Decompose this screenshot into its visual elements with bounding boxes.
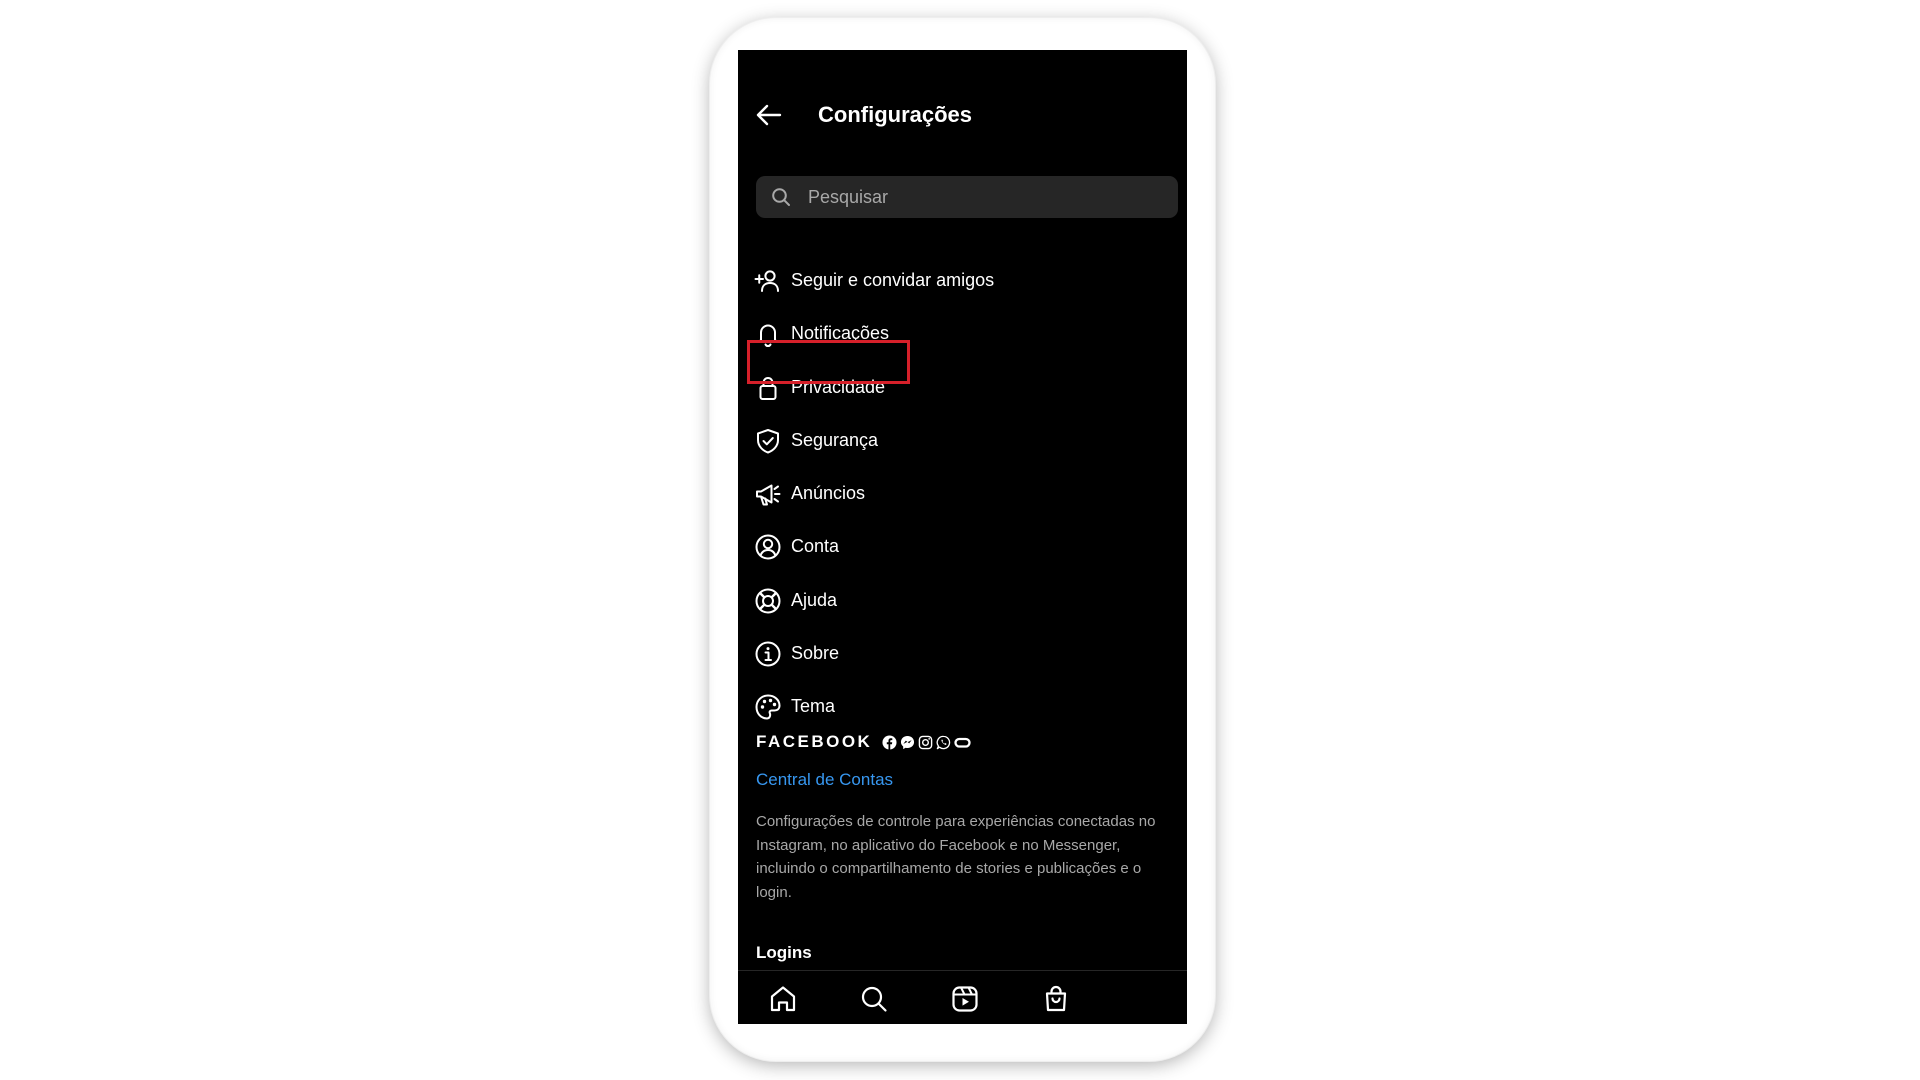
settings-menu: Seguir e convidar amigos Notificações Pr… [738, 255, 1187, 735]
whatsapp-icon [936, 735, 951, 749]
facebook-icon [882, 734, 897, 750]
menu-item-about[interactable]: Sobre [738, 628, 1187, 681]
megaphone-icon [756, 484, 781, 506]
menu-item-label: Ajuda [791, 589, 838, 610]
search-bar[interactable] [756, 176, 1178, 218]
nav-search-button[interactable] [859, 984, 889, 1014]
reels-icon [952, 986, 978, 1012]
search-input[interactable] [808, 176, 1168, 218]
accounts-center-description: Configurações de controle para experiênc… [756, 813, 1156, 901]
menu-item-ads[interactable]: Anúncios [738, 468, 1187, 521]
bottom-nav [738, 970, 1187, 1024]
menu-item-label: Sobre [791, 643, 840, 664]
nav-home-button[interactable] [768, 984, 798, 1014]
accounts-center-link[interactable]: Central de Contas [756, 770, 893, 790]
search-icon [861, 986, 887, 1012]
settings-header: Configurações [738, 50, 1187, 180]
menu-item-notifications[interactable]: Notificações [738, 308, 1187, 361]
home-icon [770, 986, 796, 1012]
facebook-section: FACEBOOK Central de Contas Configurações… [756, 732, 1176, 901]
arrow-left-icon [756, 104, 782, 126]
page-title: Configurações [818, 102, 973, 127]
nav-shop-button[interactable] [1041, 984, 1071, 1014]
lifebuoy-icon [755, 588, 781, 614]
menu-item-help[interactable]: Ajuda [738, 575, 1187, 628]
add-person-icon [754, 270, 779, 292]
menu-item-label: Seguir e convidar amigos [791, 270, 995, 290]
menu-item-account[interactable]: Conta [738, 521, 1187, 574]
info-icon [755, 641, 781, 667]
search-icon [772, 188, 790, 206]
menu-item-label: Anúncios [791, 483, 866, 504]
facebook-wordmark: FACEBOOK [756, 732, 873, 751]
back-button[interactable] [754, 100, 784, 130]
menu-item-label: Notificações [791, 323, 890, 344]
menu-item-theme[interactable]: Tema [738, 681, 1187, 734]
menu-item-security[interactable]: Segurança [738, 415, 1187, 468]
shop-bag-icon [1045, 985, 1067, 1012]
lock-icon [759, 376, 777, 400]
palette-icon [755, 694, 781, 720]
menu-item-label: Segurança [791, 429, 879, 450]
menu-item-follow-invite[interactable]: Seguir e convidar amigos [738, 255, 1187, 308]
logins-heading: Logins [756, 943, 812, 962]
shield-check-icon [757, 428, 779, 454]
nav-reels-button[interactable] [950, 984, 980, 1014]
messenger-icon [901, 735, 915, 749]
menu-item-privacy[interactable]: Privacidade [738, 362, 1187, 415]
meta-app-icons [882, 734, 971, 750]
portal-icon [954, 737, 971, 748]
menu-item-label: Conta [791, 536, 840, 557]
user-circle-icon [755, 534, 781, 560]
menu-item-label: Privacidade [791, 376, 886, 397]
facebook-brand: FACEBOOK [756, 732, 1176, 752]
phone-screen: Configurações Seguir e convidar amigos N… [738, 50, 1187, 1024]
instagram-icon [919, 735, 933, 749]
menu-item-label: Tema [791, 696, 836, 717]
bell-icon [758, 324, 778, 348]
